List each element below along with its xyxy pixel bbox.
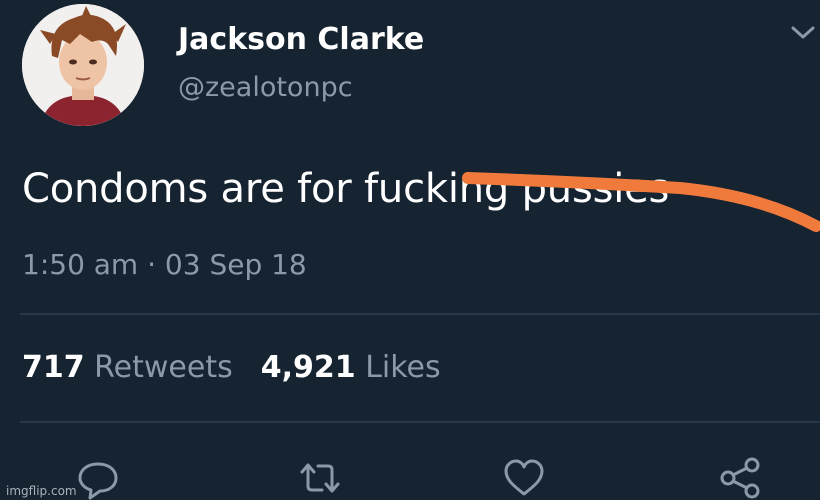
likes-label: Likes (365, 350, 441, 385)
share-icon (720, 457, 760, 499)
chevron-down-icon[interactable] (790, 24, 816, 42)
retweets-label: Retweets (94, 350, 233, 385)
watermark: imgflip.com (6, 484, 77, 498)
divider (20, 421, 820, 423)
tweet-text: Condoms are for fucking pussies (22, 166, 670, 212)
retweet-button[interactable] (298, 456, 342, 500)
retweets-stat[interactable]: 717 Retweets (22, 350, 233, 385)
comment-icon (78, 462, 118, 500)
divider (20, 313, 820, 315)
share-button[interactable] (718, 456, 762, 500)
heart-icon (504, 459, 544, 496)
retweets-count: 717 (22, 350, 85, 385)
reply-button[interactable] (76, 456, 120, 500)
avatar-illustration (22, 4, 144, 126)
display-name[interactable]: Jackson Clarke (178, 22, 424, 57)
tweet-timestamp[interactable]: 1:50 am · 03 Sep 18 (22, 248, 307, 281)
likes-count: 4,921 (260, 350, 356, 385)
user-handle[interactable]: @zealotonpc (178, 72, 353, 103)
likes-stat[interactable]: 4,921 Likes (261, 350, 441, 385)
tweet-stats: 717 Retweets 4,921 Likes (22, 350, 469, 385)
tweet-card: Jackson Clarke @zealotonpc Condoms are f… (0, 0, 820, 500)
avatar[interactable] (22, 4, 144, 126)
retweet-icon (300, 463, 340, 493)
like-button[interactable] (502, 456, 546, 500)
